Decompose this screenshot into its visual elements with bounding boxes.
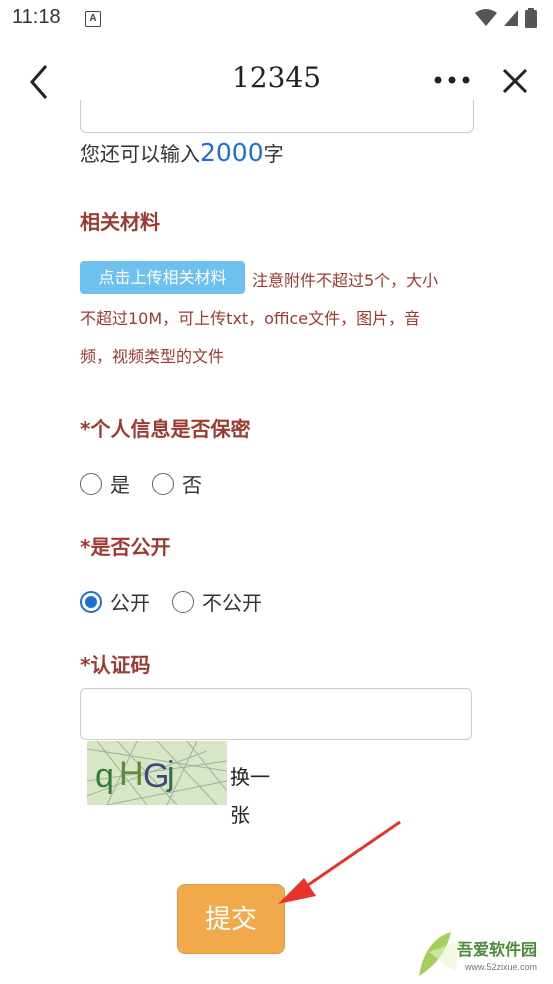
close-icon[interactable]: [500, 66, 530, 96]
svg-text:G: G: [143, 757, 169, 795]
annotation-arrow: [278, 820, 401, 904]
captcha-noise: q H G j: [87, 741, 227, 805]
privacy-radio-no[interactable]: [152, 472, 174, 495]
upload-note-line2: 不超过10M，可上传txt，office文件，图片，音: [80, 309, 421, 328]
privacy-options: 是 否: [80, 469, 224, 498]
status-bar: 11:18 A: [0, 0, 553, 38]
public-label-public[interactable]: 公开: [110, 587, 150, 616]
battery-icon: [525, 8, 537, 28]
watermark-logo: 吾爱软件园 www.52zixue.com: [415, 922, 547, 978]
char-count: 您还可以输入2000字: [80, 138, 284, 167]
upload-note-line3: 频，视频类型的文件: [80, 347, 225, 366]
char-count-prefix: 您还可以输入: [80, 142, 200, 166]
signal-icon: [504, 10, 518, 26]
public-radio-public[interactable]: [80, 590, 102, 613]
notification-icon: A: [85, 11, 101, 27]
public-title: *是否公开: [80, 535, 171, 559]
captcha-refresh-line1: 换一: [230, 765, 270, 789]
more-icon[interactable]: [432, 68, 472, 92]
svg-text:q: q: [95, 757, 114, 795]
captcha-title: *认证码: [80, 653, 151, 677]
svg-text:H: H: [119, 755, 144, 793]
char-count-suffix: 字: [263, 142, 284, 166]
svg-text:j: j: [166, 755, 175, 793]
privacy-label-no[interactable]: 否: [182, 469, 202, 498]
privacy-label-yes[interactable]: 是: [110, 469, 130, 498]
upload-button[interactable]: 点击上传相关材料: [80, 261, 245, 294]
privacy-radio-yes[interactable]: [80, 472, 102, 495]
materials-title: 相关材料: [80, 210, 160, 234]
privacy-title: *个人信息是否保密: [80, 417, 251, 441]
content-textarea[interactable]: [80, 100, 474, 133]
status-time: 11:18: [12, 6, 61, 28]
public-options: 公开 不公开: [80, 587, 284, 616]
captcha-image[interactable]: q H G j: [87, 741, 227, 805]
public-radio-private[interactable]: [172, 590, 194, 613]
status-icons: [475, 8, 537, 28]
wifi-icon: [475, 9, 497, 26]
submit-button[interactable]: 提交: [177, 884, 285, 954]
watermark-text: 吾爱软件园: [456, 940, 537, 959]
captcha-input[interactable]: [80, 688, 472, 740]
public-label-private[interactable]: 不公开: [202, 587, 262, 616]
char-count-number: 2000: [200, 138, 264, 167]
watermark-url: www.52zixue.com: [464, 962, 537, 972]
